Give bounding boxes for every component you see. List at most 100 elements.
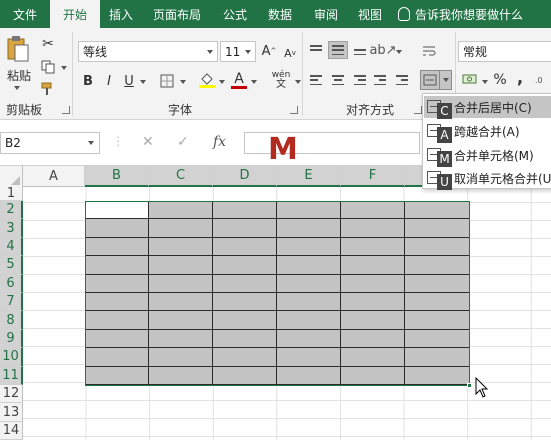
fill-color-dropdown-icon[interactable] (219, 80, 225, 84)
grid-cell[interactable] (149, 329, 213, 349)
merge-dropdown-button[interactable] (440, 70, 452, 90)
currency-icon[interactable] (460, 71, 480, 89)
row-header-1[interactable]: 1 (0, 186, 23, 201)
grid-cell[interactable] (405, 293, 470, 312)
underline-button[interactable]: U (122, 72, 136, 90)
align-right-icon[interactable] (352, 72, 368, 88)
row-header-7[interactable]: 7 (0, 293, 23, 312)
paste-dropdown-icon[interactable] (14, 86, 20, 90)
column-header-f[interactable]: F (341, 166, 405, 187)
increase-decimal-icon[interactable]: .0 (534, 70, 550, 88)
tab-view[interactable]: 视图 (350, 0, 390, 28)
row-header-11[interactable]: 11 (0, 366, 23, 385)
paste-button[interactable]: 粘贴 (4, 66, 34, 84)
orientation-dropdown-icon[interactable] (396, 50, 402, 54)
copy-dropdown-icon[interactable] (61, 66, 67, 70)
row-header-8[interactable]: 8 (0, 311, 23, 330)
grid-cell[interactable] (405, 311, 470, 330)
grid-cell[interactable] (341, 366, 405, 385)
row-header-6[interactable]: 6 (0, 274, 23, 293)
grid-cell[interactable] (341, 348, 405, 367)
grid-cell[interactable] (341, 201, 405, 220)
cancel-icon[interactable]: ✕ (142, 134, 154, 150)
merge-cells-item[interactable]: M 合并单元格(M) (424, 144, 551, 167)
tab-data[interactable]: 数据 (258, 0, 302, 28)
fx-icon[interactable]: fx (213, 134, 226, 150)
borders-icon[interactable] (158, 72, 176, 90)
grid-cell[interactable] (341, 256, 405, 275)
grid-cell[interactable] (341, 237, 405, 257)
align-bottom-icon[interactable] (352, 42, 368, 58)
grid-cell[interactable] (405, 329, 470, 349)
comma-button[interactable]: , (514, 68, 526, 87)
row-header-5[interactable]: 5 (0, 256, 23, 275)
copy-icon[interactable] (40, 59, 56, 75)
grid-cell[interactable] (277, 329, 341, 349)
grid-cell[interactable] (85, 293, 149, 312)
merge-across-item[interactable]: A 跨越合并(A) (424, 120, 551, 143)
tab-page-layout[interactable]: 页面布局 (142, 0, 212, 28)
merge-center-icon[interactable] (420, 70, 440, 90)
enter-icon[interactable]: ✓ (177, 134, 189, 150)
grid-cell[interactable] (149, 274, 213, 293)
align-center-icon[interactable] (330, 72, 346, 88)
decrease-font-icon[interactable]: Av (281, 44, 299, 62)
tab-review[interactable]: 审阅 (302, 0, 350, 28)
grid-cell[interactable] (213, 256, 277, 275)
grid-cell[interactable] (277, 219, 341, 238)
grid-cell[interactable] (213, 348, 277, 367)
grid-cell[interactable] (85, 237, 149, 257)
grid-cell[interactable] (149, 293, 213, 312)
column-header-d[interactable]: D (213, 166, 277, 187)
grid-cell[interactable] (85, 366, 149, 385)
row-header-9[interactable]: 9 (0, 329, 23, 349)
font-color-dropdown-icon[interactable] (251, 80, 257, 84)
fill-color-icon[interactable] (198, 70, 216, 90)
increase-font-icon[interactable]: A ^ (260, 42, 278, 60)
tab-insert[interactable]: 插入 (100, 0, 142, 28)
grid-cell[interactable] (405, 366, 470, 385)
grid-cell[interactable] (341, 329, 405, 349)
grid-cell[interactable] (277, 237, 341, 257)
font-size-combo[interactable]: 11 (220, 41, 256, 62)
number-format-combo[interactable]: 常规 (458, 41, 551, 62)
grid-cell[interactable] (213, 293, 277, 312)
grid-cell[interactable] (341, 274, 405, 293)
tab-home[interactable]: 开始 (50, 0, 100, 28)
tell-me-box[interactable]: 告诉我你想要做什么 (398, 0, 523, 28)
grid-cell[interactable] (277, 366, 341, 385)
grid-cell[interactable] (213, 329, 277, 349)
column-header-c[interactable]: C (149, 166, 213, 187)
grid-cell[interactable] (85, 311, 149, 330)
grid-cell[interactable] (341, 311, 405, 330)
grid-cell[interactable] (341, 293, 405, 312)
format-painter-icon[interactable] (40, 81, 56, 97)
phonetic-icon[interactable]: wén 文 (270, 70, 292, 90)
row-header-10[interactable]: 10 (0, 348, 23, 367)
fill-handle[interactable] (467, 383, 472, 388)
alignment-launcher-icon[interactable] (414, 106, 422, 114)
align-top-icon[interactable] (308, 42, 324, 58)
column-header-a[interactable]: A (23, 166, 85, 187)
wrap-text-icon[interactable] (420, 42, 438, 60)
grid-cell[interactable] (149, 366, 213, 385)
clipboard-launcher-icon[interactable] (62, 106, 70, 114)
grid-cell[interactable] (277, 293, 341, 312)
font-color-icon[interactable]: A (230, 69, 248, 91)
grid-cell[interactable] (149, 311, 213, 330)
grid-cell[interactable] (85, 219, 149, 238)
currency-dropdown-icon[interactable] (482, 80, 488, 84)
grid-cell[interactable] (277, 256, 341, 275)
merge-center-item[interactable]: C 合并后居中(C) (424, 96, 551, 119)
grid-cell[interactable] (405, 219, 470, 238)
italic-button[interactable]: I (102, 72, 116, 90)
grid-cell[interactable] (277, 274, 341, 293)
grid-cell[interactable] (277, 201, 341, 220)
cut-icon[interactable]: ✂ (40, 36, 56, 52)
grid-cell[interactable] (277, 311, 341, 330)
paste-icon[interactable] (4, 34, 32, 64)
grid-cell[interactable] (277, 348, 341, 367)
grid-cell[interactable] (213, 274, 277, 293)
select-all-corner[interactable] (0, 166, 23, 187)
unmerge-cells-item[interactable]: U 取消单元格合并(U) (424, 167, 551, 190)
